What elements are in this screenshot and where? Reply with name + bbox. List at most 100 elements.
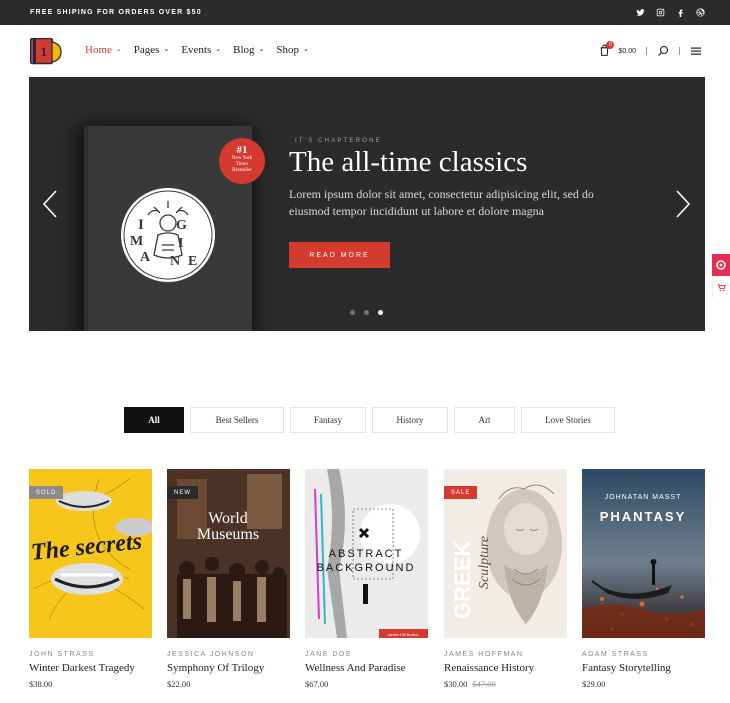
product-card[interactable]: GREEK Sculpture SALE JAMES HOFFMAN Renai… (444, 469, 567, 689)
cover-title: The secrets (30, 529, 143, 566)
product-author: JESSICA JOHNSON (167, 651, 255, 658)
product-cover[interactable]: ABSTRACT BACKGROUND James Hill Burton (305, 469, 428, 638)
filter-all[interactable]: All (124, 407, 184, 433)
cover-title: World (208, 510, 248, 527)
product-card[interactable]: JOHNATAN MASST PHANTASY ADAM STRASS Fant… (582, 469, 705, 689)
cart-button[interactable]: 0 (598, 41, 615, 58)
chevron-down-icon: ⌄ (115, 45, 122, 53)
cover-author: JOHNATAN MASST (605, 494, 682, 501)
svg-text:G: G (176, 218, 187, 233)
side-widget-cart[interactable] (712, 276, 730, 298)
current-price: $29.00 (582, 679, 606, 689)
status-badge: SOLD (29, 486, 64, 499)
current-price: $30.00 (444, 679, 468, 689)
nav-pages[interactable]: Pages ⌄ (134, 44, 170, 56)
status-badge: NEW (167, 486, 198, 499)
product-author: JAMES HOFFMAN (444, 651, 524, 658)
logo[interactable]: 1 (30, 38, 62, 65)
nav-events-label: Events (181, 44, 212, 56)
social-links (635, 7, 706, 18)
chevron-down-icon: ⌄ (163, 45, 170, 53)
main-nav: Home ⌄ Pages ⌄ Events ⌄ Blog ⌄ Shop ⌄ (85, 44, 309, 56)
product-price: $67.00 (305, 679, 428, 689)
product-cover[interactable]: JOHNATAN MASST PHANTASY (582, 469, 705, 638)
product-title[interactable]: Renaissance History (444, 662, 567, 674)
nav-shop-label: Shop (276, 44, 300, 56)
hero-title: The all-time classics (289, 146, 528, 178)
slider-prev-button[interactable] (41, 189, 61, 219)
product-author: ADAM STRASS (582, 651, 649, 658)
product-price: $38.00 (29, 679, 152, 689)
cover-title: Museums (197, 526, 259, 543)
filter-fantasy[interactable]: Fantasy (290, 407, 366, 433)
divider (679, 47, 680, 55)
slider-dot-1[interactable] (350, 310, 355, 315)
filter-best-sellers[interactable]: Best Sellers (190, 407, 284, 433)
product-cover[interactable]: World Museums NEW (167, 469, 290, 638)
hero-slider: I M A G I N E #1 New York Times Bestsell… (29, 77, 705, 331)
slider-dot-2[interactable] (364, 310, 369, 315)
cover-title: PHANTASY (600, 509, 687, 524)
read-more-button[interactable]: READ MORE (289, 242, 390, 268)
divider (646, 47, 647, 55)
cover-subtitle: Sculpture (477, 536, 492, 589)
slider-next-button[interactable] (672, 189, 692, 219)
nav-blog[interactable]: Blog ⌄ (233, 44, 264, 56)
book-spine (84, 126, 88, 331)
slider-dot-3[interactable] (378, 310, 383, 315)
product-cover[interactable]: The secrets SOLD (29, 469, 152, 638)
product-title[interactable]: Fantasy Storytelling (582, 662, 705, 674)
svg-text:M: M (130, 234, 143, 249)
product-title[interactable]: Wellness And Paradise (305, 662, 428, 674)
product-title[interactable]: Winter Darkest Tragedy (29, 662, 152, 674)
hero-description: Lorem ipsum dolor sit amet, consectetur … (289, 187, 594, 218)
product-author: JANE DOE (305, 651, 353, 658)
product-card[interactable]: World Museums NEW JESSICA JOHNSON Sympho… (167, 469, 290, 689)
top-bar: FREE SHIPING FOR ORDERS OVER $50 (0, 0, 730, 25)
dribbble-icon[interactable] (695, 7, 706, 18)
side-widget (712, 254, 730, 300)
cover-title: BACKGROUND (317, 562, 416, 574)
nav-home[interactable]: Home ⌄ (85, 44, 122, 56)
svg-text:A: A (140, 250, 151, 265)
nav-pages-label: Pages (133, 44, 160, 56)
cart-count-badge: 0 (606, 41, 615, 49)
site-header: 1 Home ⌄ Pages ⌄ Events ⌄ Blog ⌄ Shop ⌄ 0 $0.… (0, 25, 730, 77)
product-price: $30.00 $47.00 (444, 679, 567, 689)
chevron-down-icon: ⌄ (303, 45, 309, 53)
product-title[interactable]: Symphony Of Trilogy (167, 662, 290, 674)
instagram-icon[interactable] (655, 7, 666, 18)
cart-icon (717, 283, 726, 291)
product-author: JOHN STRASS (29, 651, 95, 658)
category-filters: All Best Sellers Fantasy History Art Lov… (124, 407, 615, 433)
current-price: $38.00 (29, 679, 53, 689)
filter-art[interactable]: Art (454, 407, 515, 433)
side-widget-settings[interactable] (712, 254, 730, 276)
product-price: $29.00 (582, 679, 705, 689)
facebook-icon[interactable] (675, 7, 686, 18)
chevron-down-icon: ⌄ (258, 45, 265, 53)
header-actions: 0 $0.00 (598, 41, 702, 58)
status-badge: SALE (444, 486, 478, 499)
hamburger-icon (691, 47, 701, 55)
chevron-left-icon (42, 190, 57, 218)
filter-love-stories[interactable]: Love Stories (521, 407, 615, 433)
nav-shop[interactable]: Shop ⌄ (276, 44, 309, 56)
search-button[interactable] (657, 45, 669, 57)
product-card[interactable]: The secrets SOLD JOHN STRASS Winter Dark… (29, 469, 152, 689)
twitter-icon[interactable] (635, 7, 646, 18)
product-card[interactable]: ABSTRACT BACKGROUND James Hill Burton JA… (305, 469, 428, 689)
product-price: $22.00 (167, 679, 290, 689)
circle-icon (716, 260, 726, 270)
bestseller-badge: #1 New York Times Bestseller (219, 138, 265, 184)
product-cover[interactable]: GREEK Sculpture SALE (444, 469, 567, 638)
nav-home-label: Home (85, 44, 112, 56)
chevron-right-icon (676, 190, 691, 218)
menu-button[interactable] (690, 45, 702, 57)
cover-art: ABSTRACT BACKGROUND James Hill Burton (314, 469, 428, 638)
nav-blog-label: Blog (233, 44, 255, 56)
badge-number: #1 (236, 144, 248, 156)
nav-events[interactable]: Events ⌄ (181, 44, 221, 56)
badge-line: Bestseller (232, 168, 252, 173)
filter-history[interactable]: History (372, 407, 448, 433)
